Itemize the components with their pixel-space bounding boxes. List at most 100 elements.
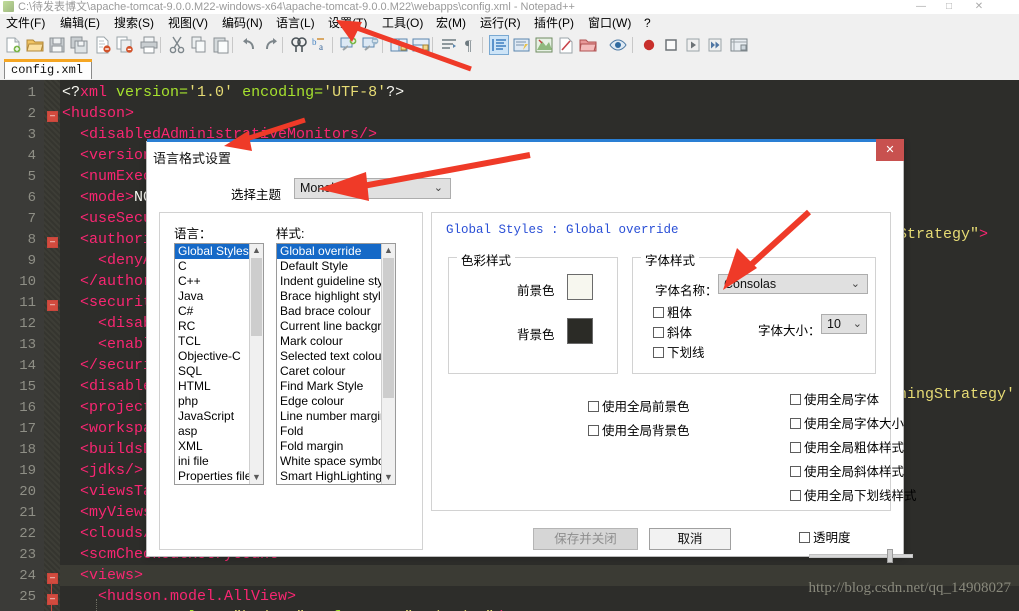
save-and-close-button[interactable]: 保存并关闭 [533,528,638,550]
menu-window[interactable]: 窗口(W) [584,15,635,31]
slider-thumb[interactable] [887,549,893,563]
fold-toggle[interactable]: – [47,300,58,311]
theme-select[interactable]: Monokai ⌄ [294,178,451,199]
print-icon[interactable] [140,36,158,54]
checkbox-box[interactable] [790,442,801,453]
language-listbox[interactable]: Global Styles C C++ Java C# RC TCL Objec… [174,243,264,485]
sync-horizontal-scroll-icon[interactable] [412,36,430,54]
word-wrap-icon[interactable] [440,36,458,54]
minimize-button[interactable]: — [907,0,935,14]
list-item-style[interactable]: Indent guideline sty [277,274,395,289]
list-item-style[interactable]: Current line backgr [277,319,395,334]
monitoring-icon[interactable] [609,36,627,54]
list-item-style[interactable]: Find Mark Style [277,484,395,485]
open-folder-icon[interactable] [26,36,44,54]
cut-icon[interactable] [168,36,186,54]
checkbox-box[interactable] [790,466,801,477]
list-item-style[interactable]: Brace highlight styl [277,289,395,304]
list-item-style[interactable]: Line number margin [277,409,395,424]
zoom-out-icon[interactable] [362,36,380,54]
foreground-colour-swatch[interactable] [567,274,593,300]
save-icon[interactable] [48,36,66,54]
menu-view[interactable]: 视图(V) [164,15,212,31]
list-item-style[interactable]: Fold [277,424,395,439]
list-item-style[interactable]: White space symbo [277,454,395,469]
stop-recording-icon[interactable] [662,36,680,54]
menu-help[interactable]: ? [640,15,655,31]
menu-run[interactable]: 运行(R) [476,15,525,31]
playback-macro-icon[interactable] [684,36,702,54]
use-global-font-checkbox[interactable]: 使用全局字体 [790,389,879,408]
close-file-icon[interactable] [94,36,112,54]
menu-macro[interactable]: 宏(M) [432,15,470,31]
zoom-in-icon[interactable] [340,36,358,54]
show-all-chars-icon[interactable]: ¶ [462,36,480,54]
menu-settings[interactable]: 设置(T) [324,15,371,31]
checkbox-box[interactable] [588,401,599,412]
scroll-down-icon[interactable]: ▼ [250,471,263,484]
use-global-font-size-checkbox[interactable]: 使用全局字体大小 [790,413,904,432]
use-global-italic-checkbox[interactable]: 使用全局斜体样式 [790,461,904,480]
transparency-slider[interactable] [809,549,913,563]
list-item-style[interactable]: Bad brace colour [277,304,395,319]
scrollbar-thumb[interactable] [383,258,394,398]
save-macro-icon[interactable] [730,36,748,54]
language-scrollbar[interactable]: ▲ ▼ [249,244,263,484]
fold-toggle[interactable]: – [47,573,58,584]
menu-language[interactable]: 语言(L) [272,15,319,31]
menu-plugins[interactable]: 插件(P) [530,15,578,31]
list-item-style[interactable]: Smart HighLighting [277,469,395,484]
function-list-icon[interactable] [557,36,575,54]
checkbox-box[interactable] [653,327,664,338]
folder-as-workspace-icon[interactable] [579,36,597,54]
dialog-close-button[interactable]: ✕ [876,139,904,161]
checkbox-box[interactable] [653,307,664,318]
menu-search[interactable]: 搜索(S) [110,15,158,31]
scroll-down-icon[interactable]: ▼ [382,471,395,484]
use-global-foreground-checkbox[interactable]: 使用全局前景色 [588,396,690,415]
style-scrollbar[interactable]: ▲ ▼ [381,244,395,484]
list-item-style[interactable]: Caret colour [277,364,395,379]
list-item-style[interactable]: Fold margin [277,439,395,454]
list-item-language[interactable]: DIFF [175,484,263,485]
find-icon[interactable] [290,36,308,54]
list-item-style[interactable]: Selected text colou [277,349,395,364]
menu-tools[interactable]: 工具(O) [378,15,427,31]
tab-config-xml[interactable]: config.xml✕ [4,59,92,95]
list-item-style[interactable]: Default Style [277,259,395,274]
list-item-style[interactable]: Find Mark Style [277,379,395,394]
menu-file[interactable]: 文件(F) [2,15,49,31]
replace-icon[interactable]: ba [312,36,330,54]
run-macro-multiple-icon[interactable] [706,36,724,54]
italic-checkbox[interactable]: 斜体 [653,322,692,341]
maximize-button[interactable]: □ [935,0,963,14]
scrollbar-thumb[interactable] [251,258,262,336]
style-listbox[interactable]: Global override Default Style Indent gui… [276,243,396,485]
checkbox-box[interactable] [790,394,801,405]
fold-margin[interactable] [44,80,60,611]
list-item-style[interactable]: Mark colour [277,334,395,349]
checkbox-box[interactable] [588,425,599,436]
user-defined-language-icon[interactable] [513,36,531,54]
menu-encoding[interactable]: 编码(N) [218,15,267,31]
paste-icon[interactable] [212,36,230,54]
save-all-icon[interactable] [70,36,88,54]
scroll-up-icon[interactable]: ▲ [250,244,263,257]
checkbox-box[interactable] [790,418,801,429]
redo-icon[interactable] [262,36,280,54]
close-all-files-icon[interactable] [116,36,134,54]
copy-icon[interactable] [190,36,208,54]
font-size-select[interactable]: 10 ⌄ [821,314,867,334]
checkbox-box[interactable] [799,532,810,543]
fold-toggle[interactable]: – [47,111,58,122]
window-close-button[interactable]: ✕ [965,0,993,14]
undo-icon[interactable] [240,36,258,54]
use-global-background-checkbox[interactable]: 使用全局背景色 [588,420,690,439]
use-global-underline-checkbox[interactable]: 使用全局下划线样式 [790,485,917,504]
fold-toggle[interactable]: – [47,594,58,605]
fold-toggle[interactable]: – [47,237,58,248]
indent-guide-icon[interactable] [489,35,509,55]
list-item-style[interactable]: Edge colour [277,394,395,409]
bold-checkbox[interactable]: 粗体 [653,302,692,321]
use-global-bold-checkbox[interactable]: 使用全局粗体样式 [790,437,904,456]
